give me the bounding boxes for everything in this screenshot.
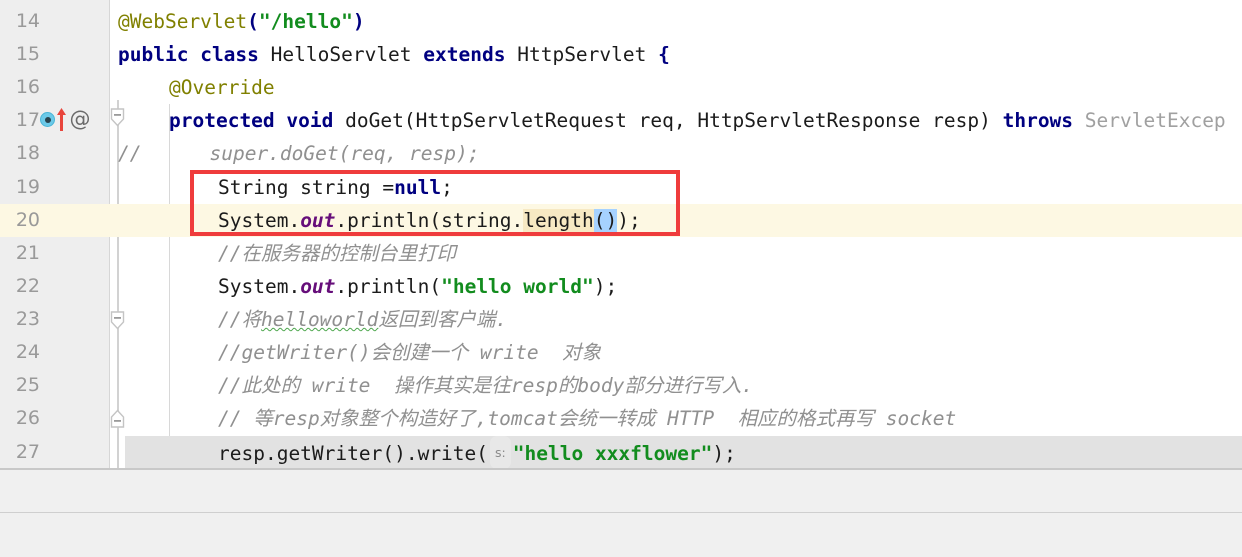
editor-area[interactable]: 14 @WebServlet("/hello") 15 public class… xyxy=(0,0,1242,470)
line-number: 21 xyxy=(15,242,40,264)
editor-line-26[interactable]: 26 // 等resp对象整个构造好了,tomcat会统一转成 HTTP 相应的… xyxy=(0,402,1242,435)
keyword-null: null xyxy=(394,176,442,199)
exception-type: ServletExcep xyxy=(1084,109,1226,132)
superclass-name: HttpServlet xyxy=(517,43,647,66)
statement-end: ); xyxy=(712,442,736,465)
override-at-icon[interactable]: @ xyxy=(68,106,92,132)
comment-text: //此处的 write 操作其实是往resp的body部分进行写入. xyxy=(218,374,754,397)
line-number: 17 xyxy=(15,109,40,131)
line-number: 14 xyxy=(15,10,40,32)
keyword-protected: protected xyxy=(169,109,275,132)
paren-token: ( xyxy=(247,10,259,33)
statement-end: ); xyxy=(593,275,618,298)
line-content[interactable]: System.out.println(string.length()); xyxy=(218,204,641,237)
line-content[interactable]: @WebServlet("/hello") xyxy=(118,5,365,38)
comment-text: //将 xyxy=(218,308,261,331)
keyword-class: class xyxy=(200,43,259,66)
statement-end: ); xyxy=(617,209,641,232)
line-number: 18 xyxy=(15,142,40,164)
system-prefix: System. xyxy=(218,209,301,232)
bottom-blank-panel xyxy=(0,470,1242,512)
editor-line-25[interactable]: 25 //此处的 write 操作其实是往resp的body部分进行写入. xyxy=(0,369,1242,402)
line-number: 22 xyxy=(15,275,40,297)
editor-line-15[interactable]: 15 public class HelloServlet extends Htt… xyxy=(0,38,1242,71)
spellcheck-typo: helloworld xyxy=(260,308,379,331)
static-field-out: out xyxy=(300,275,336,298)
editor-line-22[interactable]: 22 System.out.println("hello world"); xyxy=(0,270,1242,303)
line-number: 19 xyxy=(15,176,40,198)
line-number: 27 xyxy=(15,441,40,463)
parameter-hint: s: xyxy=(490,436,511,469)
text-selection: () xyxy=(593,209,618,232)
semicolon-token: ; xyxy=(441,176,453,199)
line-content[interactable]: resp.getWriter().write(s: "hello xxxflowe… xyxy=(218,436,736,469)
fold-collapse-icon[interactable] xyxy=(110,108,125,127)
fold-expand-icon[interactable] xyxy=(110,409,125,428)
red-up-arrow-icon-svg xyxy=(57,108,66,131)
editor-line-27[interactable]: 27 resp.getWriter().write(s: "hello xxxfl… xyxy=(0,436,1242,469)
editor-line-18[interactable]: 18 // super.doGet(req, resp); xyxy=(0,137,1242,170)
string-literal: "hello xxxflower" xyxy=(512,442,713,465)
bottom-toolwindow-bar[interactable]: og ❯ Tomcat Access Log xyxy=(0,513,1242,557)
string-literal: "hello world" xyxy=(441,275,594,298)
keyword-throws: throws xyxy=(1002,109,1074,132)
editor-line-19[interactable]: 19 String string =null; xyxy=(0,171,1242,204)
line-content[interactable]: String string =null; xyxy=(218,171,453,204)
annotation-token: @WebServlet xyxy=(118,10,248,33)
keyword-public: public xyxy=(118,43,189,66)
ide-code-editor-screen: 14 @WebServlet("/hello") 15 public class… xyxy=(0,0,1242,557)
line-content[interactable]: public class HelloServlet extends HttpSe… xyxy=(118,38,670,71)
method-signature: doGet(HttpServletRequest req, HttpServle… xyxy=(345,109,991,132)
declaration-text: String string = xyxy=(218,176,395,199)
line-content[interactable]: //在服务器的控制台里打印 xyxy=(218,237,456,270)
commented-code: super.doGet(req, resp); xyxy=(209,142,480,165)
string-token: "/hello" xyxy=(258,10,353,33)
line-number: 15 xyxy=(15,43,40,65)
editor-line-17[interactable]: 17 protected void doGet(HttpServletReque… xyxy=(0,104,1242,137)
comment-text: // 等resp对象整个构造好了,tomcat会统一转成 HTTP 相应的格式再… xyxy=(218,407,957,430)
println-call: .println(string. xyxy=(335,209,524,232)
editor-line-21[interactable]: 21 //在服务器的控制台里打印 xyxy=(0,237,1242,270)
fold-expand-icon-svg xyxy=(110,409,125,428)
paren-token: ) xyxy=(352,10,365,33)
line-number: 20 xyxy=(15,209,40,231)
static-field-out: out xyxy=(300,209,336,232)
line-number: 25 xyxy=(15,374,40,396)
println-call: .println( xyxy=(335,275,442,298)
editor-line-16[interactable]: 16 @Override xyxy=(0,71,1242,104)
class-name: HelloServlet xyxy=(270,43,412,66)
line-content[interactable]: @Override xyxy=(169,71,275,104)
keyword-extends: extends xyxy=(423,43,506,66)
keyword-void: void xyxy=(286,109,334,132)
fold-collapse-icon[interactable] xyxy=(110,311,125,330)
write-call-prefix: resp.getWriter().write( xyxy=(218,442,489,465)
comment-slashes: // xyxy=(118,142,142,165)
highlighted-identifier: length xyxy=(523,209,594,232)
editor-line-20[interactable]: 20 System.out.println(string.length()); xyxy=(0,204,1242,237)
fold-collapse-icon-svg xyxy=(110,311,125,330)
line-content[interactable]: // super.doGet(req, resp); xyxy=(118,137,480,170)
red-up-arrow-icon[interactable] xyxy=(55,106,68,132)
brace-token: { xyxy=(658,43,670,66)
line-content[interactable]: //getWriter()会创建一个 write 对象 xyxy=(218,336,601,369)
fold-collapse-icon-svg xyxy=(110,108,125,127)
comment-text: //在服务器的控制台里打印 xyxy=(218,242,456,265)
line-number: 24 xyxy=(15,341,40,363)
line-content[interactable]: //将helloworld返回到客户端. xyxy=(218,303,507,336)
system-prefix: System. xyxy=(218,275,301,298)
line-content[interactable]: //此处的 write 操作其实是往resp的body部分进行写入. xyxy=(218,369,753,402)
override-annotation-token: @Override xyxy=(169,76,275,99)
line-content[interactable]: // 等resp对象整个构造好了,tomcat会统一转成 HTTP 相应的格式再… xyxy=(218,402,956,435)
line-number: 23 xyxy=(15,308,40,330)
editor-line-14[interactable]: 14 @WebServlet("/hello") xyxy=(0,5,1242,38)
line-content[interactable]: protected void doGet(HttpServletRequest … xyxy=(169,104,1226,137)
comment-text: 返回到客户端. xyxy=(378,308,508,331)
line-number: 26 xyxy=(15,407,40,429)
editor-line-24[interactable]: 24 //getWriter()会创建一个 write 对象 xyxy=(0,336,1242,369)
bookmark-circle-icon[interactable] xyxy=(40,112,55,127)
line-number: 16 xyxy=(15,76,40,98)
line-content[interactable]: System.out.println("hello world"); xyxy=(218,270,617,303)
editor-line-23[interactable]: 23 //将helloworld返回到客户端. xyxy=(0,303,1242,336)
comment-text: //getWriter()会创建一个 write 对象 xyxy=(218,341,602,364)
